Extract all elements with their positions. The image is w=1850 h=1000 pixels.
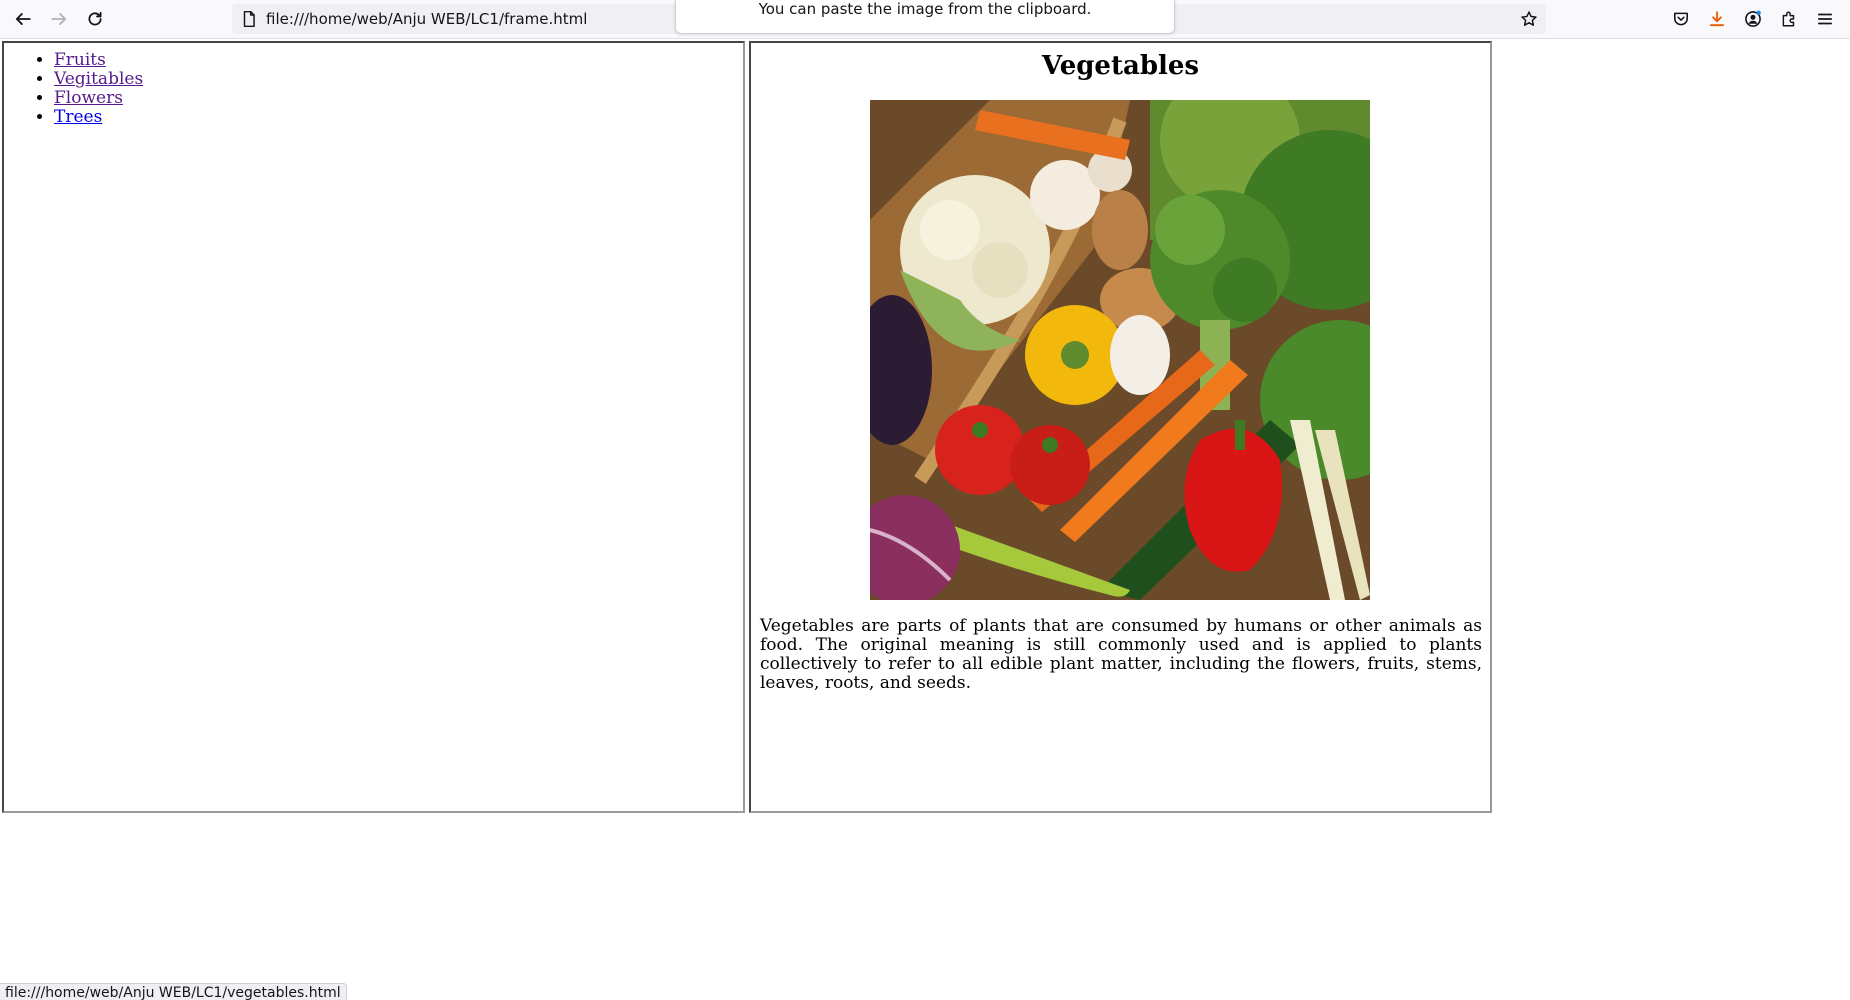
page-title: Vegetables — [1041, 51, 1200, 81]
app-menu-button[interactable] — [1810, 4, 1840, 34]
download-icon — [1709, 11, 1725, 27]
account-button[interactable] — [1738, 4, 1768, 34]
bookmark-star-icon[interactable] — [1520, 10, 1538, 28]
list-item: Trees — [54, 108, 743, 127]
back-button[interactable] — [8, 4, 38, 34]
page-icon — [243, 10, 255, 28]
account-icon — [1745, 10, 1761, 27]
reload-button[interactable] — [80, 4, 110, 34]
forward-button[interactable] — [44, 4, 74, 34]
reload-icon — [88, 11, 102, 26]
extensions-button[interactable] — [1774, 4, 1804, 34]
back-icon — [15, 13, 31, 25]
content-frame: Vegetables Vegetables are parts of plant… — [749, 41, 1492, 813]
list-item: Vegitables — [54, 70, 743, 89]
status-bar: file:///home/web/Anju WEB/LC1/vegetables… — [0, 983, 347, 1000]
forward-icon — [51, 13, 67, 25]
nav-link-vegitables[interactable]: Vegitables — [54, 69, 143, 89]
nav-link-trees[interactable]: Trees — [54, 107, 102, 127]
navigation-frame: Fruits Vegitables Flowers Trees — [2, 41, 745, 813]
menu-icon — [1817, 13, 1833, 25]
status-url: file:///home/web/Anju WEB/LC1/vegetables… — [5, 985, 341, 1000]
extensions-icon — [1782, 11, 1795, 27]
nav-list: Fruits Vegitables Flowers Trees — [4, 51, 743, 127]
clipboard-notification: You can paste the image from the clipboa… — [675, 0, 1175, 34]
pocket-icon — [1674, 12, 1688, 26]
downloads-button[interactable] — [1702, 4, 1732, 34]
list-item: Flowers — [54, 89, 743, 108]
description-paragraph: Vegetables are parts of plants that are … — [760, 616, 1482, 693]
list-item: Fruits — [54, 51, 743, 70]
vegetables-image — [870, 100, 1370, 600]
url-text[interactable]: file:///home/web/Anju WEB/LC1/frame.html — [266, 4, 587, 34]
nav-link-flowers[interactable]: Flowers — [54, 88, 123, 108]
browser-toolbar: file:///home/web/Anju WEB/LC1/frame.html… — [0, 0, 1850, 39]
nav-link-fruits[interactable]: Fruits — [54, 50, 106, 70]
notification-text: You can paste the image from the clipboa… — [758, 0, 1092, 18]
pocket-button[interactable] — [1666, 4, 1696, 34]
